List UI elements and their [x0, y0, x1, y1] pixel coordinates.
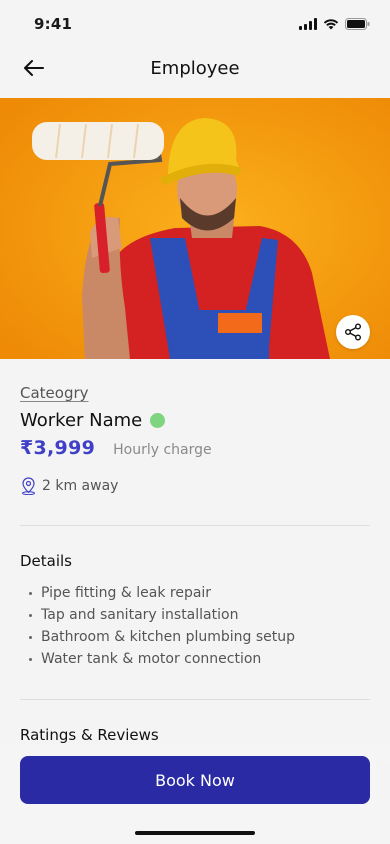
battery-icon — [345, 18, 370, 30]
price: ₹3,999 — [20, 437, 96, 459]
distance-text: 2 km away — [42, 478, 119, 494]
hero-image — [0, 98, 390, 359]
list-item: Tap and sanitary installation — [20, 604, 370, 626]
signal-icon — [299, 18, 317, 30]
page-title: Employee — [150, 57, 240, 79]
list-item: Bathroom & kitchen plumbing setup — [20, 626, 370, 648]
worker-row: Worker Name — [20, 410, 370, 431]
share-button[interactable] — [336, 315, 370, 349]
list-item: Pipe fitting & leak repair — [20, 582, 370, 604]
employee-details: Cateogry Worker Name ₹3,999 Hourly charg… — [20, 384, 370, 744]
distance-row: 2 km away — [20, 477, 370, 495]
status-time: 9:41 — [34, 15, 73, 33]
divider — [20, 525, 370, 526]
online-status-indicator — [150, 413, 166, 428]
ratings-title: Ratings & Reviews — [20, 726, 159, 744]
book-now-button[interactable]: Book Now — [20, 756, 370, 804]
status-icons — [299, 18, 370, 30]
worker-photo — [0, 98, 390, 359]
app-header: Employee — [0, 48, 390, 88]
arrow-left-icon — [24, 60, 44, 76]
category-link[interactable]: Cateogry — [20, 384, 370, 402]
share-icon — [345, 323, 361, 341]
divider — [20, 699, 370, 700]
worker-name: Worker Name — [20, 410, 143, 431]
list-item: Water tank & motor connection — [20, 648, 370, 670]
details-title: Details — [20, 552, 73, 570]
status-bar: 9:41 — [0, 0, 390, 48]
location-pin-icon — [22, 477, 35, 495]
price-note: Hourly charge — [113, 442, 212, 458]
wifi-icon — [323, 19, 339, 30]
home-indicator — [135, 831, 255, 835]
price-row: ₹3,999 Hourly charge — [20, 437, 370, 459]
back-button[interactable] — [20, 54, 48, 82]
details-list: Pipe fitting & leak repair Tap and sanit… — [20, 582, 370, 670]
